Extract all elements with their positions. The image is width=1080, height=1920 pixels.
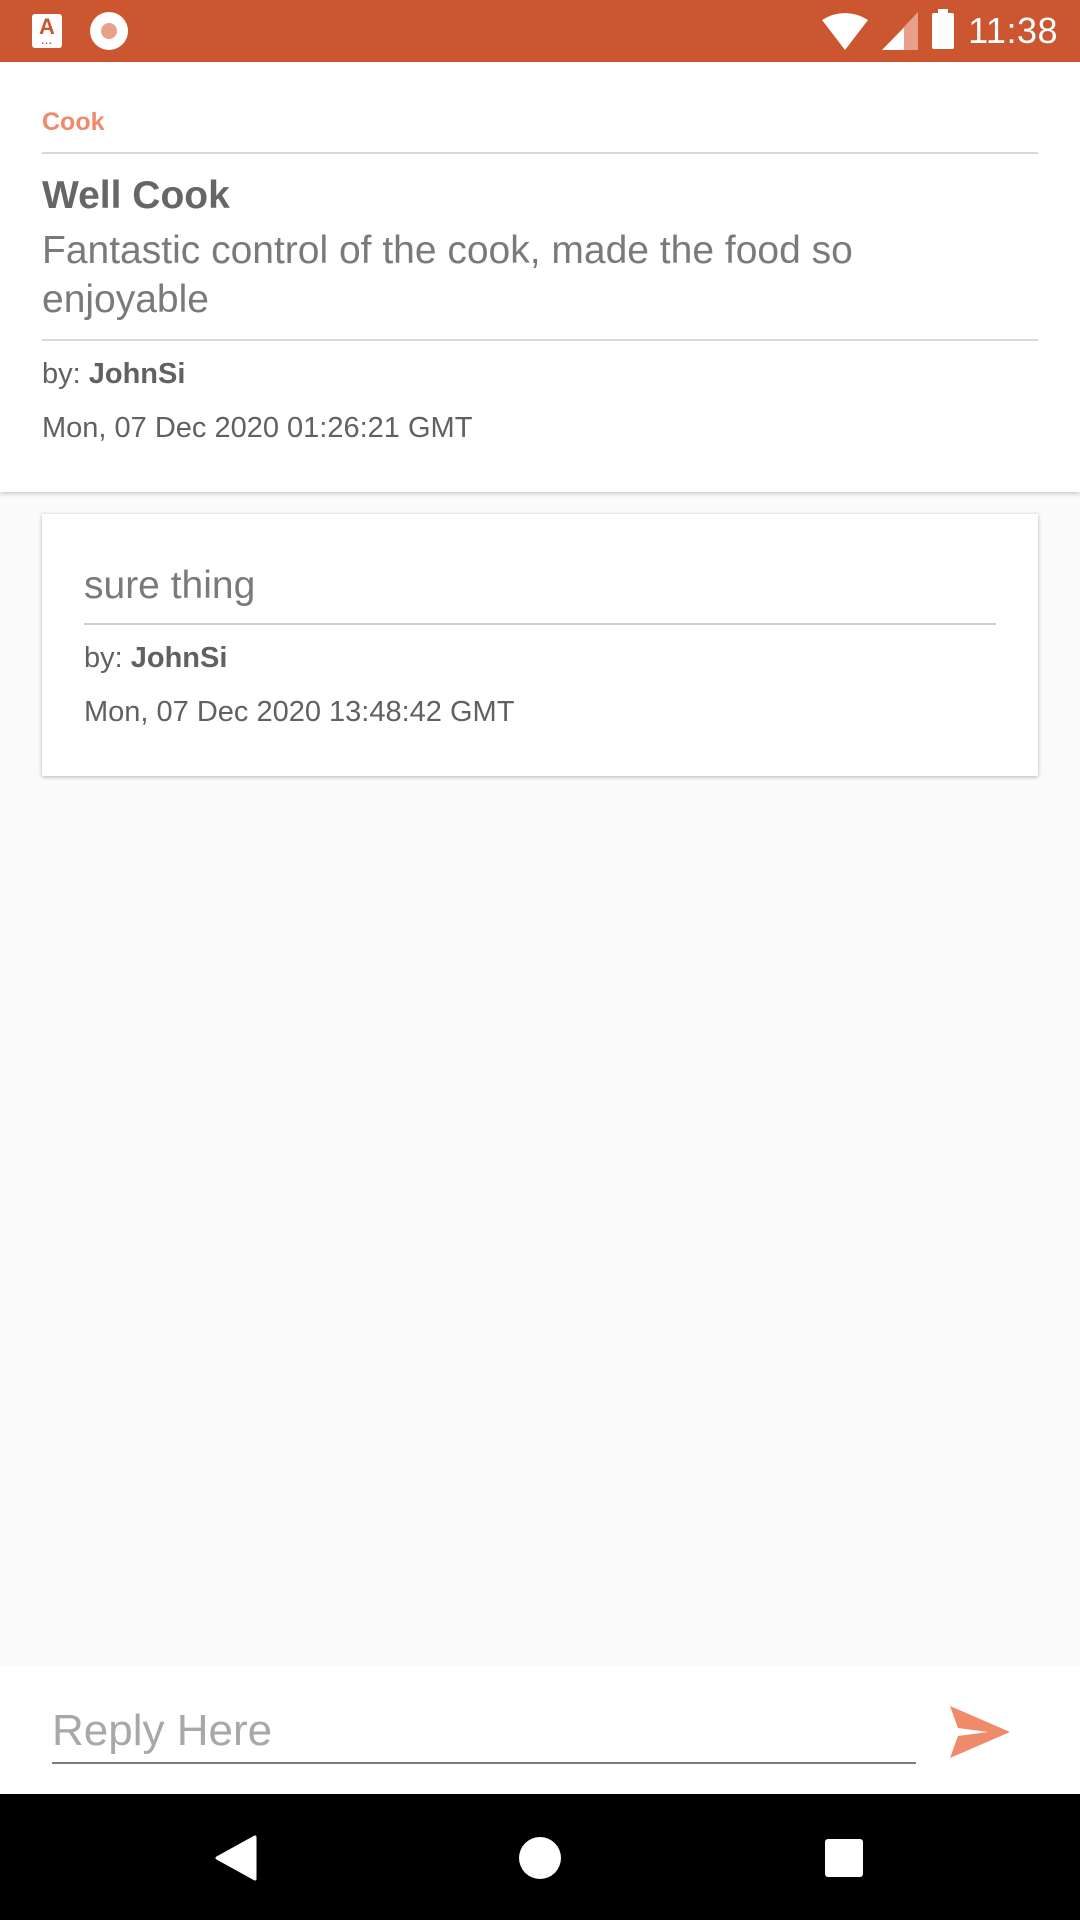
reply-date: Mon, 07 Dec 2020 13:48:42 GMT	[84, 696, 515, 728]
home-icon	[519, 1837, 561, 1879]
category-divider	[42, 152, 1038, 154]
record-icon	[90, 12, 128, 50]
send-button[interactable]	[948, 1704, 1012, 1760]
status-left-icons: A ...	[32, 12, 128, 50]
app-notification-icon: A ...	[32, 14, 62, 48]
back-icon	[215, 1835, 257, 1881]
signal-icon	[882, 12, 919, 50]
author-prefix: by:	[84, 642, 131, 674]
recents-icon	[825, 1839, 863, 1877]
reply-author: JohnSi	[130, 642, 228, 674]
reply-divider	[84, 623, 996, 625]
reply-author-line: by: JohnSi	[84, 642, 227, 675]
review-title: Well Cook	[42, 174, 230, 217]
review-body: Fantastic control of the cook, made the …	[42, 229, 853, 321]
back-button[interactable]	[206, 1828, 266, 1888]
author-prefix: by:	[42, 358, 89, 390]
navigation-bar	[0, 1794, 1080, 1920]
home-button[interactable]	[510, 1828, 570, 1888]
status-bar: A ... 11:38	[0, 0, 1080, 62]
send-icon	[950, 1706, 1010, 1758]
reply-text: sure thing	[84, 564, 256, 607]
wifi-icon	[822, 13, 869, 50]
reply-input-bar	[0, 1666, 1080, 1794]
review-category: Cook	[42, 108, 105, 136]
review-author-line: by: JohnSi	[42, 358, 185, 391]
review-date: Mon, 07 Dec 2020 01:26:21 GMT	[42, 412, 473, 444]
recents-button[interactable]	[814, 1828, 874, 1888]
review-author: JohnSi	[88, 358, 186, 390]
reply-card: sure thing by: JohnSi Mon, 07 Dec 2020 1…	[42, 514, 1038, 776]
app-icon-dots: ...	[41, 36, 53, 47]
reply-input[interactable]	[52, 1700, 916, 1764]
review-card: Cook Well Cook Fantastic control of the …	[0, 62, 1080, 492]
status-right-icons: 11:38	[822, 8, 1058, 54]
battery-icon	[932, 9, 955, 49]
status-time: 11:38	[968, 10, 1058, 51]
body-divider	[42, 339, 1038, 341]
